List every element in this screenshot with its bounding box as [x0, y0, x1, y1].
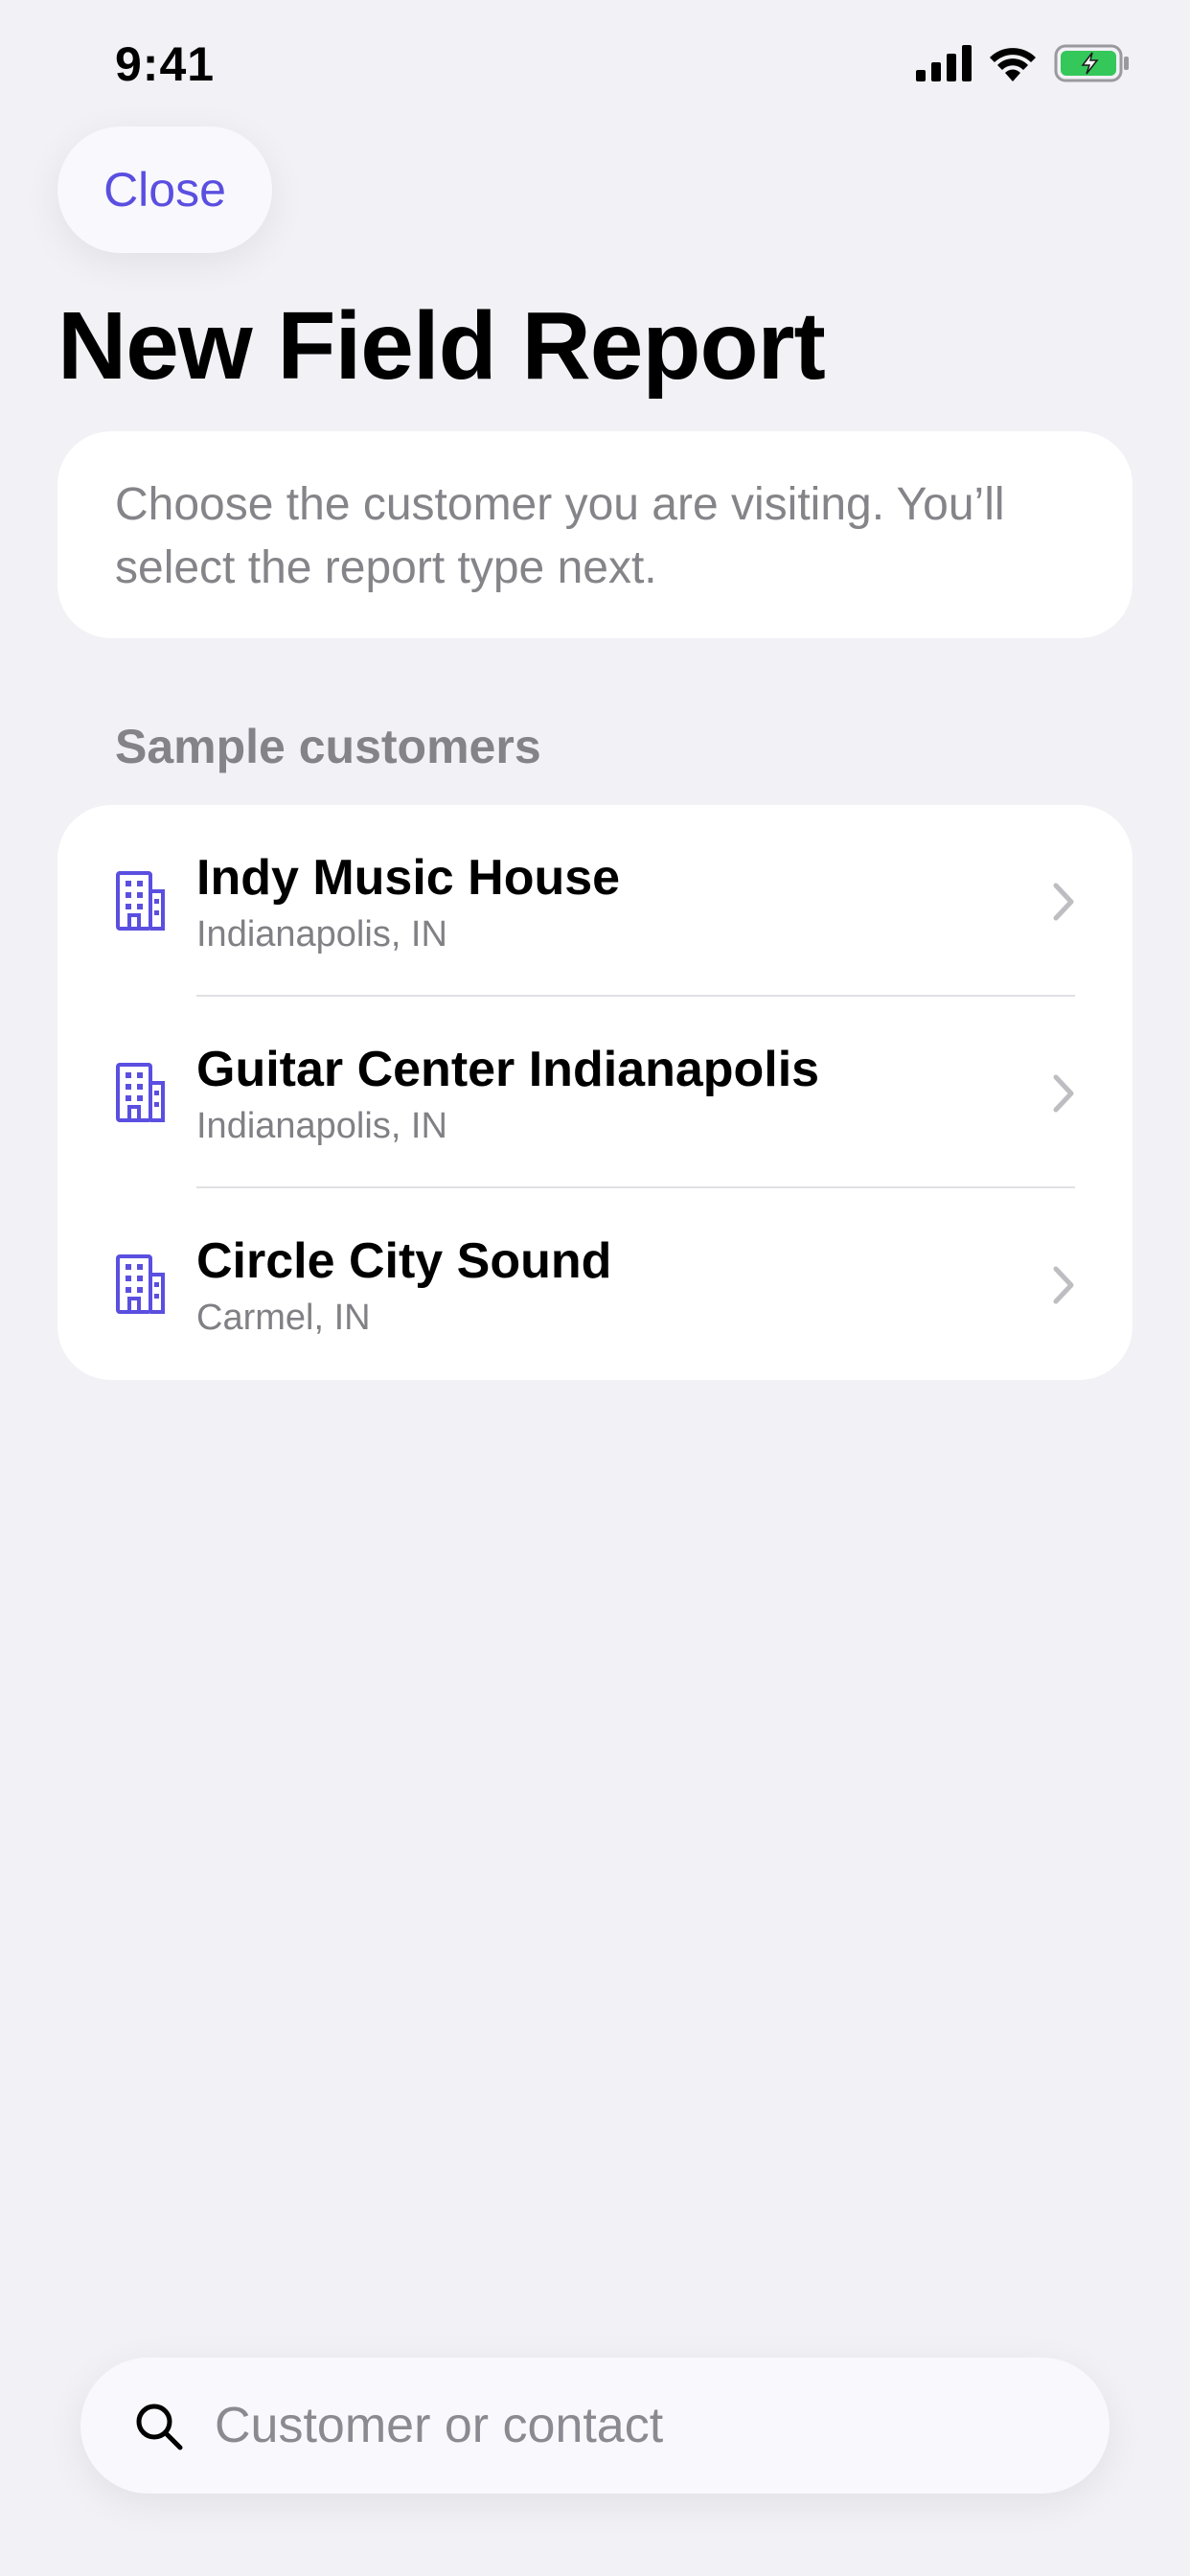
- search-icon: [136, 2404, 183, 2450]
- customer-row[interactable]: Indy Music House Indianapolis, IN: [57, 805, 1133, 997]
- battery-charging-icon: [1054, 44, 1129, 82]
- page-title: New Field Report: [57, 292, 826, 400]
- search-input[interactable]: [215, 2358, 1058, 2494]
- wifi-icon: [990, 48, 1036, 81]
- close-button[interactable]: Close: [57, 126, 272, 253]
- customer-location: Indianapolis, IN: [196, 914, 447, 954]
- building-icon: [116, 1254, 165, 1314]
- status-time: 9:41: [115, 37, 216, 91]
- status-icons: [916, 44, 1131, 82]
- info-card: Choose the customer you are visiting. Yo…: [57, 431, 1133, 638]
- customer-name: Indy Music House: [196, 850, 621, 906]
- customer-row[interactable]: Guitar Center Indianapolis Indianapolis,…: [57, 997, 1133, 1188]
- customer-list: Indy Music House Indianapolis, IN Guitar…: [57, 805, 1133, 1380]
- customer-name: Guitar Center Indianapolis: [196, 1042, 820, 1097]
- building-icon: [116, 871, 165, 931]
- search-bar[interactable]: [80, 2358, 1110, 2494]
- cellular-signal-icon: [916, 45, 972, 81]
- chevron-right-icon: [1053, 1074, 1074, 1113]
- building-icon: [116, 1063, 165, 1122]
- status-bar: 9:41: [0, 0, 1190, 125]
- info-text: Choose the customer you are visiting. Yo…: [115, 479, 1005, 593]
- customer-location: Carmel, IN: [196, 1298, 371, 1338]
- customer-name: Circle City Sound: [196, 1233, 612, 1289]
- customer-row[interactable]: Circle City Sound Carmel, IN: [57, 1188, 1133, 1380]
- customer-location: Indianapolis, IN: [196, 1106, 447, 1146]
- chevron-right-icon: [1053, 883, 1074, 921]
- section-header: Sample customers: [115, 720, 541, 773]
- chevron-right-icon: [1053, 1266, 1074, 1304]
